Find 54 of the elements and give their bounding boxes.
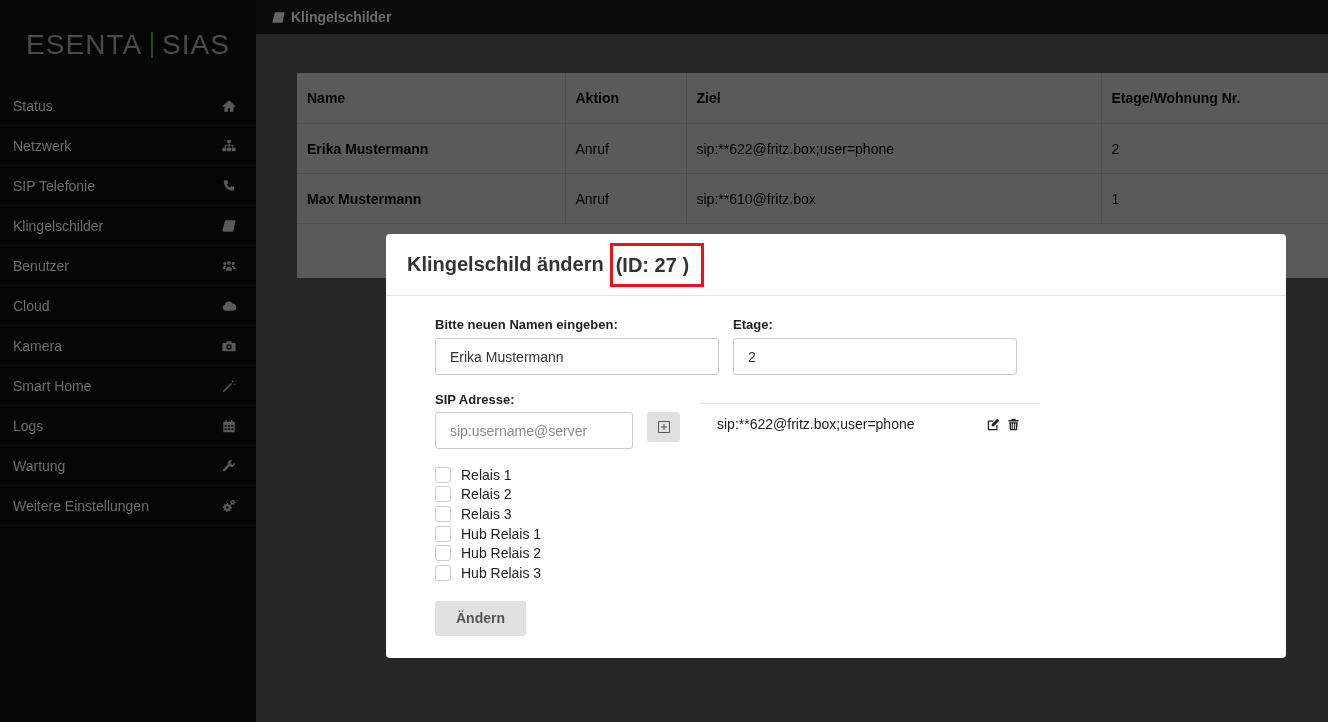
checkbox-label: Hub Relais 1 bbox=[461, 525, 542, 542]
camera-icon bbox=[222, 338, 236, 353]
sip-address-input[interactable]: sip:username@server bbox=[435, 412, 633, 449]
brand-logo: ESENTA SIAS bbox=[25, 28, 231, 62]
checkbox-label: Relais 3 bbox=[461, 506, 512, 522]
dialog-title: Klingelschild ändern bbox=[407, 253, 604, 276]
book-icon bbox=[222, 218, 236, 233]
home-icon bbox=[222, 98, 236, 113]
hierarchy-icon bbox=[222, 138, 236, 153]
column-header: Etage/Wohnung Nr. bbox=[1101, 73, 1328, 124]
gears-icon bbox=[222, 498, 236, 513]
column-header: Ziel bbox=[686, 73, 1101, 124]
trash-icon[interactable] bbox=[1007, 417, 1020, 431]
magic-wand-icon bbox=[222, 378, 236, 393]
checkbox-label: Hub Relais 3 bbox=[461, 564, 542, 581]
calendar-icon bbox=[222, 418, 236, 433]
table-cell: sip:**622@fritz.box;user=phone bbox=[686, 123, 1101, 174]
sidebar-item[interactable]: Logs bbox=[0, 406, 256, 446]
field-label: Etage: bbox=[733, 317, 773, 333]
table-cell: Anruf bbox=[565, 173, 686, 224]
add-button[interactable] bbox=[647, 412, 680, 442]
cloud-icon bbox=[222, 298, 236, 313]
table-cell: Anruf bbox=[565, 123, 686, 174]
page-title: Klingelschilder bbox=[291, 9, 392, 25]
table-cell: Erika Mustermann bbox=[297, 123, 565, 174]
table-cell: 1 bbox=[1101, 173, 1328, 224]
checkbox[interactable] bbox=[435, 525, 451, 542]
checkbox-label: Relais 2 bbox=[461, 486, 512, 503]
table-cell: 2 bbox=[1101, 123, 1328, 174]
table-cell: Max Mustermann bbox=[297, 173, 565, 224]
checkbox-label: Hub Relais 2 bbox=[461, 545, 542, 562]
sidebar-item[interactable]: Kamera bbox=[0, 326, 256, 366]
edit-icon[interactable] bbox=[987, 417, 1000, 431]
record-id: (ID: 27 ) bbox=[609, 242, 705, 287]
column-header: Aktion bbox=[565, 73, 686, 124]
table-cell: sip:**610@fritz.box bbox=[686, 173, 1101, 224]
sip-address: sip:**622@fritz.box;user=phone bbox=[717, 416, 915, 432]
sidebar-item[interactable]: Klingelschilder bbox=[0, 206, 256, 246]
book-icon bbox=[272, 10, 285, 24]
field-label: Bitte neuen Namen eingeben: bbox=[435, 317, 618, 333]
checkbox[interactable] bbox=[435, 466, 451, 483]
checkbox[interactable] bbox=[435, 486, 451, 503]
people-icon bbox=[222, 258, 236, 273]
name-input[interactable]: Erika Mustermann bbox=[435, 338, 719, 375]
checkbox[interactable] bbox=[435, 564, 451, 581]
wrench-icon bbox=[222, 458, 236, 473]
floor-input[interactable]: 2 bbox=[733, 338, 1017, 375]
checkbox[interactable] bbox=[435, 545, 451, 562]
checkbox-label: Relais 1 bbox=[461, 466, 512, 483]
submit-button[interactable]: Ändern bbox=[435, 600, 526, 636]
phone-icon bbox=[222, 178, 236, 193]
checkbox[interactable] bbox=[435, 506, 451, 522]
column-header: Name bbox=[297, 73, 565, 124]
field-label: SIP Adresse: bbox=[435, 392, 515, 408]
